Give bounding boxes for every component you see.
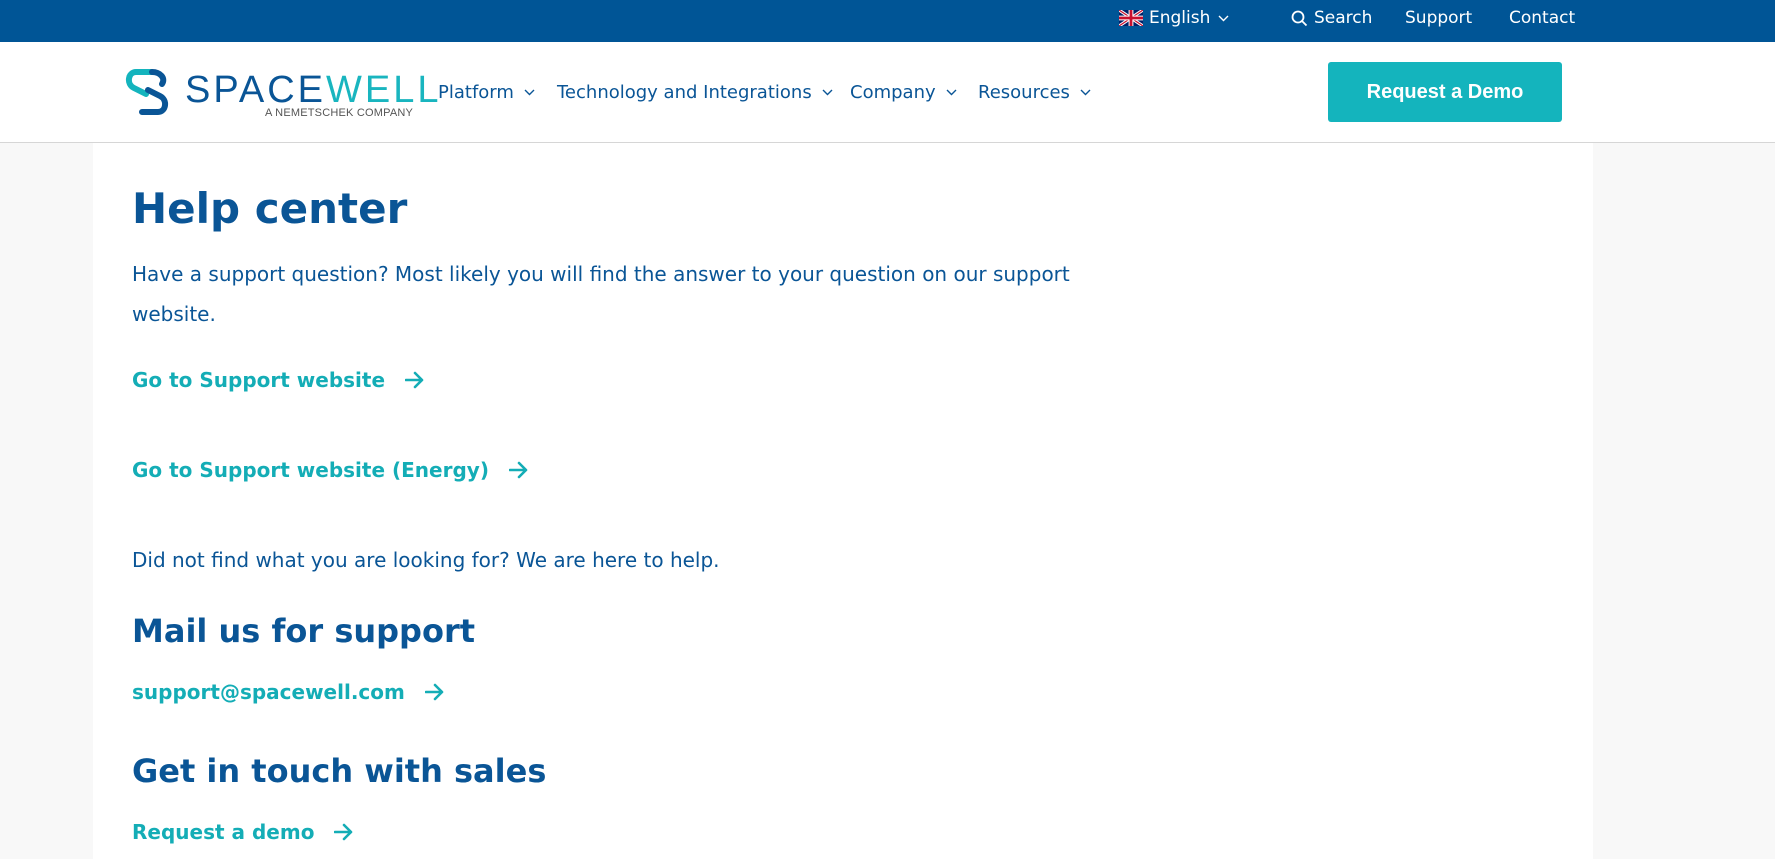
- mail-support-heading: Mail us for support: [132, 612, 476, 650]
- sales-heading: Get in touch with sales: [132, 752, 547, 790]
- chevron-down-icon: [1218, 15, 1229, 21]
- contact-link[interactable]: Contact: [1509, 0, 1575, 36]
- logo-tagline: A NEMETSCHEK COMPANY: [265, 107, 414, 119]
- spacewell-logo[interactable]: SPACEWELL A NEMETSCHEK COMPANY: [122, 66, 438, 122]
- intro-text: Have a support question? Most likely you…: [132, 262, 1070, 326]
- search-label: Search: [1314, 8, 1373, 28]
- chevron-down-icon: [822, 89, 833, 96]
- request-demo-link[interactable]: Request a demo: [132, 820, 354, 844]
- logo-word-well: WELL: [326, 69, 442, 111]
- language-selector[interactable]: English: [1119, 0, 1229, 36]
- support-link[interactable]: Support: [1405, 0, 1472, 36]
- link-label: Request a demo: [132, 820, 315, 844]
- page-title: Help center: [132, 184, 408, 233]
- support-website-link[interactable]: Go to Support website: [132, 368, 425, 392]
- nav-item-resources[interactable]: Resources: [978, 42, 1091, 143]
- nav-item-technology[interactable]: Technology and Integrations: [557, 42, 833, 143]
- main-header: SPACEWELL A NEMETSCHEK COMPANY Platform …: [0, 42, 1775, 143]
- nav-item-label: Resources: [978, 82, 1070, 103]
- top-utility-bar: English Search Support Contact: [0, 0, 1775, 42]
- uk-flag-icon: [1119, 10, 1143, 26]
- search-icon: [1291, 10, 1308, 26]
- not-found-text: Did not find what you are looking for? W…: [132, 548, 720, 572]
- arrow-right-icon: [405, 371, 424, 389]
- nav-item-label: Technology and Integrations: [557, 82, 812, 103]
- language-label: English: [1149, 8, 1211, 28]
- chevron-down-icon: [1080, 89, 1091, 96]
- link-label: support@spacewell.com: [132, 680, 405, 704]
- arrow-right-icon: [508, 461, 528, 479]
- link-label: Go to Support website (Energy): [132, 458, 489, 482]
- nav-item-label: Company: [850, 82, 936, 103]
- logo-wordmark: SPACEWELL: [185, 68, 442, 112]
- chevron-down-icon: [946, 89, 957, 96]
- chevron-down-icon: [524, 89, 535, 96]
- spacewell-logo-mark-icon: [126, 69, 168, 115]
- nav-item-company[interactable]: Company: [850, 42, 957, 143]
- support-email-link[interactable]: support@spacewell.com: [132, 680, 445, 704]
- search-link[interactable]: Search: [1291, 0, 1372, 36]
- link-label: Go to Support website: [132, 368, 386, 392]
- request-demo-button[interactable]: Request a Demo: [1328, 62, 1562, 122]
- support-website-energy-link[interactable]: Go to Support website (Energy): [132, 458, 529, 482]
- nav-item-label: Platform: [438, 82, 514, 103]
- nav-item-platform[interactable]: Platform: [438, 42, 535, 143]
- logo-word-space: SPACE: [185, 69, 327, 111]
- arrow-right-icon: [424, 683, 444, 701]
- arrow-right-icon: [334, 823, 353, 841]
